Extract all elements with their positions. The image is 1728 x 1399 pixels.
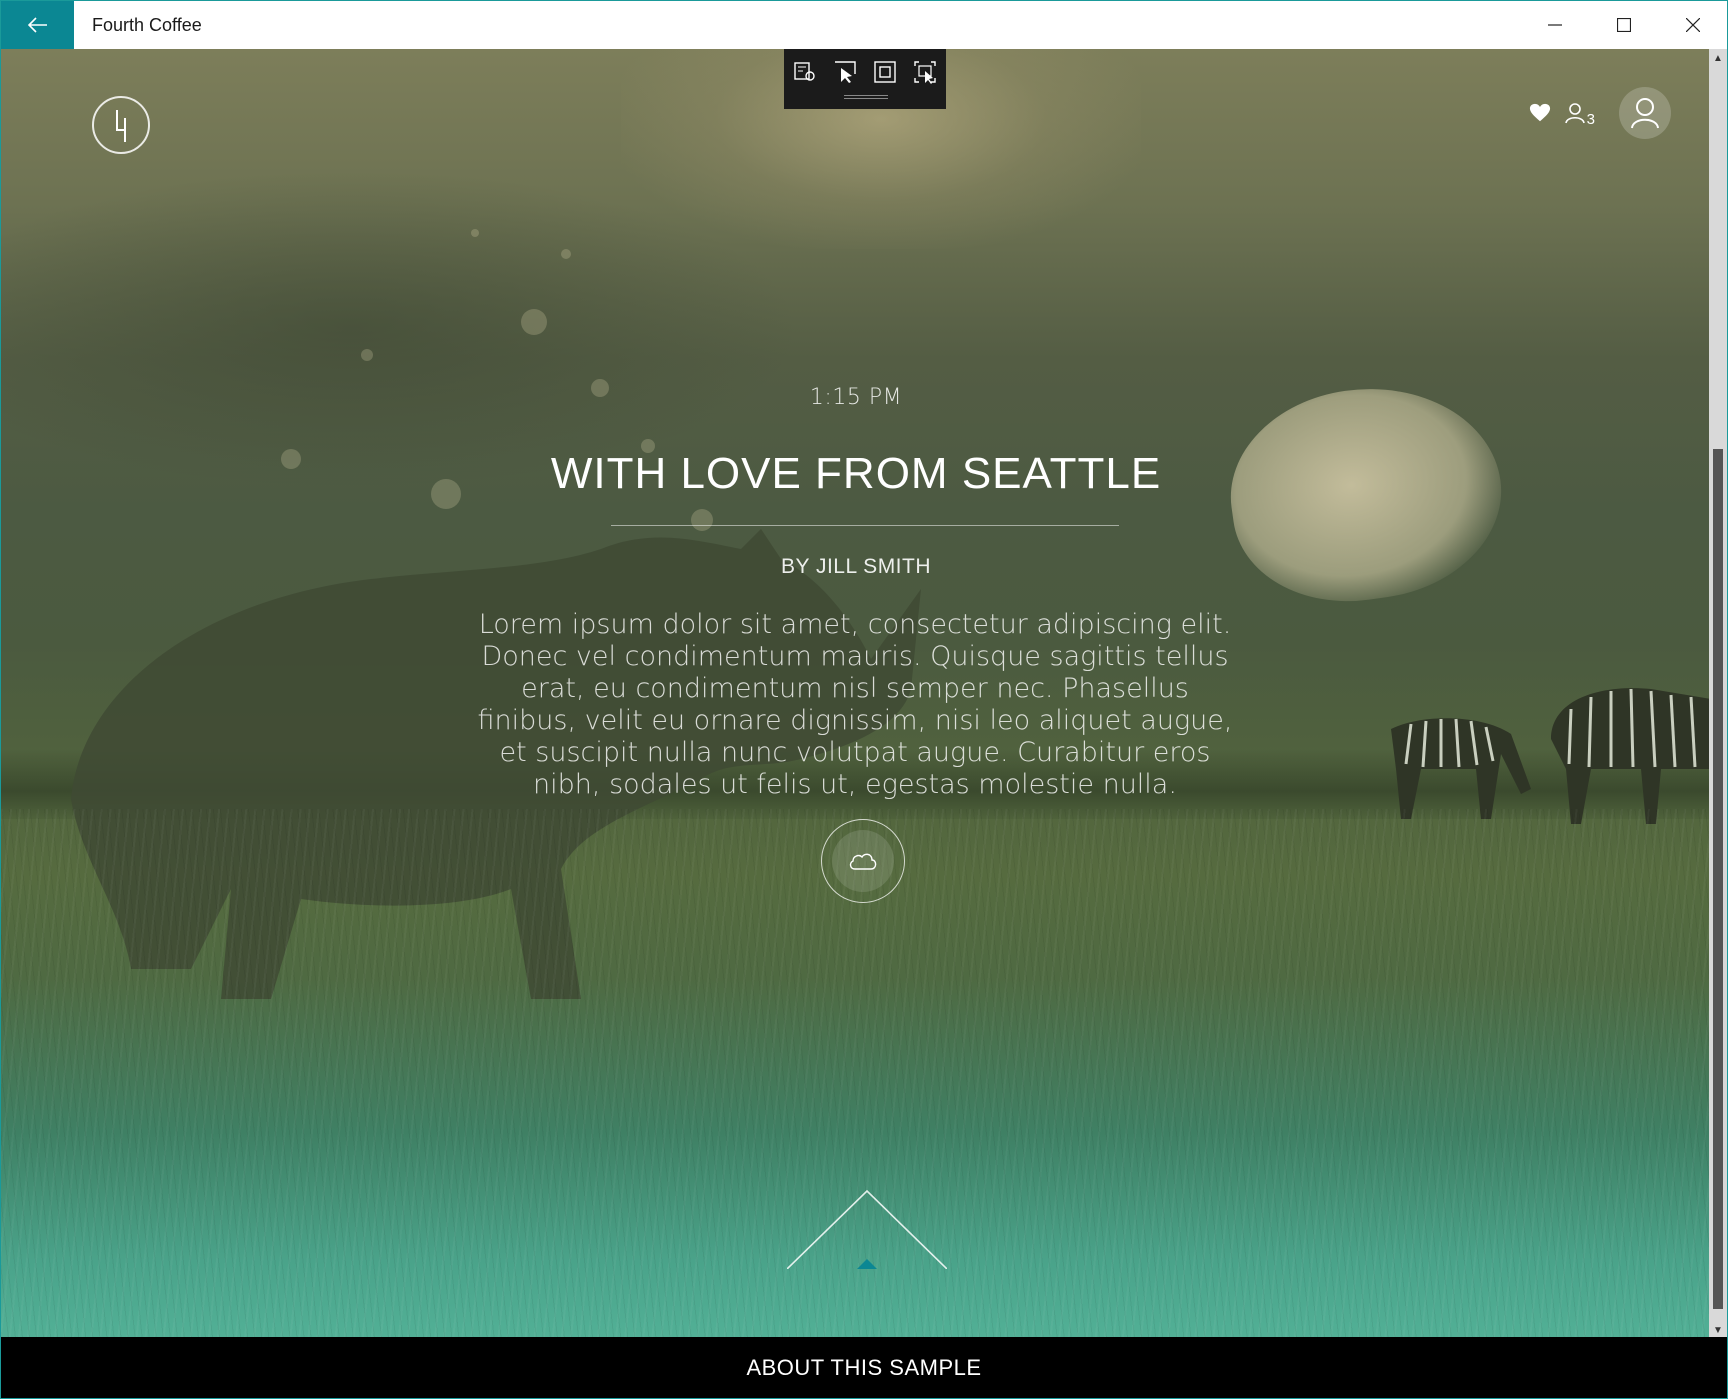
debug-toolbar [784, 49, 946, 109]
scroll-down-indicator[interactable] [787, 1189, 947, 1269]
window-title: Fourth Coffee [92, 14, 202, 35]
article-byline: BY JILL SMITH [780, 555, 932, 578]
logo-glyph-icon [116, 110, 126, 142]
back-button[interactable] [1, 1, 74, 49]
user-icon [1631, 98, 1659, 129]
article-time: 1:15 PM [809, 385, 903, 410]
close-button[interactable] [1658, 1, 1727, 49]
article-body: Lorem ipsum dolor sit amet, consectetur … [477, 609, 1233, 800]
cloud-icon [849, 853, 877, 870]
maximize-icon [1616, 18, 1631, 32]
minimize-button[interactable] [1520, 1, 1589, 49]
window-controls [1520, 1, 1727, 49]
heart-icon[interactable] [1529, 102, 1551, 124]
bokeh-particle [361, 349, 373, 361]
cloud-button-inner [832, 830, 894, 892]
live-visual-tree-icon[interactable] [792, 59, 818, 85]
scroll-thumb[interactable] [1713, 449, 1723, 1309]
close-icon [1685, 18, 1700, 32]
zebra-image [1551, 688, 1711, 824]
maximize-button[interactable] [1589, 1, 1658, 49]
bokeh-particle [471, 229, 479, 237]
article-headline: WITH LOVE FROM SEATTLE [550, 449, 1162, 498]
headline-divider [611, 525, 1119, 526]
select-element-icon[interactable] [832, 59, 858, 85]
toolbar-grip[interactable] [844, 95, 888, 99]
about-sample-label: ABOUT THIS SAMPLE [746, 1354, 982, 1380]
bokeh-particle [561, 249, 571, 259]
about-sample-bar[interactable]: ABOUT THIS SAMPLE [1, 1337, 1727, 1398]
bokeh-particle [691, 509, 713, 531]
avatar[interactable] [1619, 87, 1671, 139]
dark-cloud [1, 169, 801, 489]
title-bar: Fourth Coffee [1, 1, 1727, 49]
scroll-up-arrow-icon[interactable]: ▲ [1709, 49, 1727, 67]
people-count-button[interactable]: 3 [1564, 102, 1595, 128]
back-arrow-icon [27, 17, 47, 33]
cloud-button[interactable] [821, 819, 905, 903]
bokeh-particle [521, 309, 547, 335]
display-layout-adorners-icon[interactable] [872, 59, 898, 85]
track-focused-element-icon[interactable] [912, 59, 938, 85]
person-icon [1564, 103, 1585, 124]
fourth-coffee-logo[interactable] [92, 96, 150, 154]
vertical-scrollbar[interactable]: ▲ ▼ [1709, 49, 1727, 1339]
app-window: Fourth Coffee 3 1:15 PM WITH LOVE FROM S… [0, 0, 1728, 1399]
header-actions: 3 [1529, 87, 1671, 139]
people-count: 3 [1586, 111, 1595, 128]
hero-background: 3 1:15 PM WITH LOVE FROM SEATTLE BY JILL… [1, 49, 1711, 1339]
minimize-icon [1547, 24, 1562, 26]
